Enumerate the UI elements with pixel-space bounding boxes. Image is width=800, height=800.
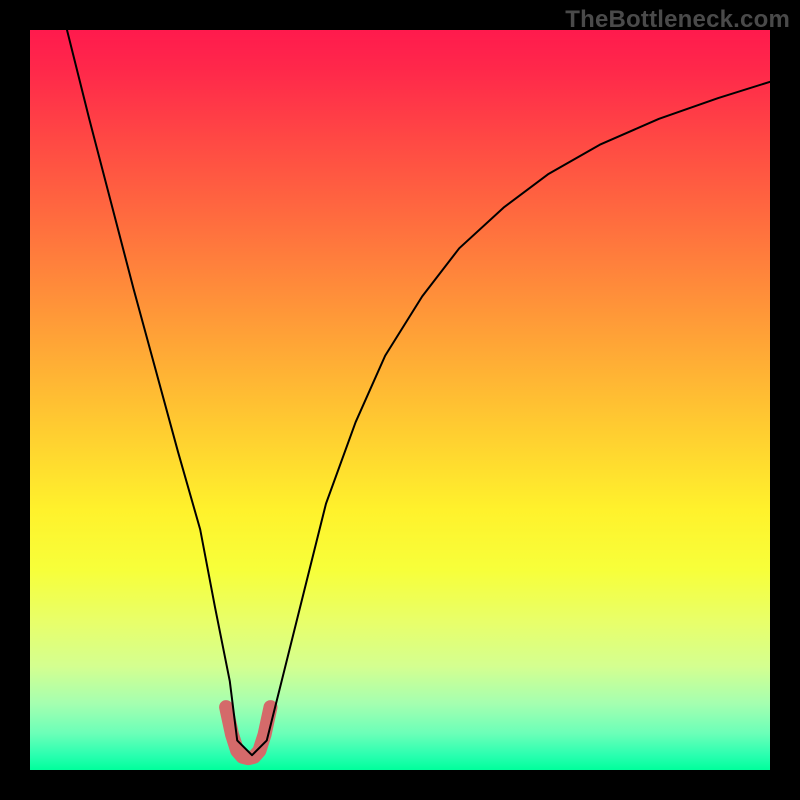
bottleneck-curve-path — [67, 30, 770, 755]
watermark-text: TheBottleneck.com — [565, 6, 790, 34]
chart-plot-area — [30, 30, 770, 770]
chart-svg — [30, 30, 770, 770]
